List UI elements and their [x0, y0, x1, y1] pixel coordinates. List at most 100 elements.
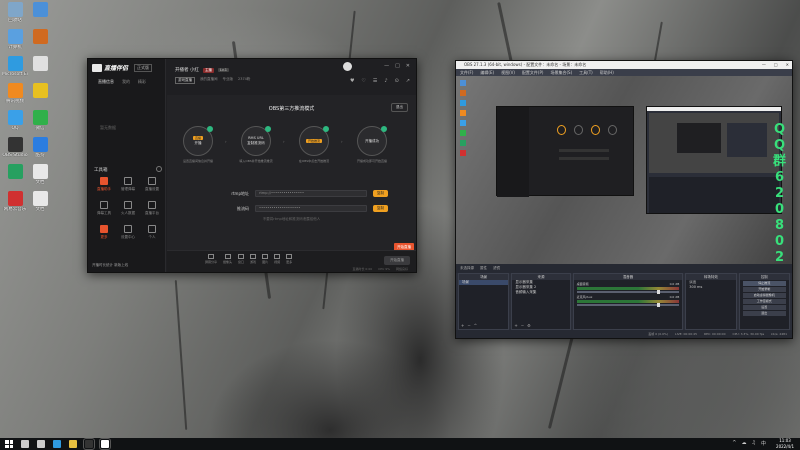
- menu-icon[interactable]: ☰: [373, 78, 377, 84]
- desktop-shortcut[interactable]: QQ: [2, 110, 28, 131]
- exit-button[interactable]: 退出: [391, 103, 408, 112]
- control-button[interactable]: 退出: [742, 311, 786, 316]
- desktop-shortcut[interactable]: 微信: [27, 110, 53, 131]
- desktop-shortcut[interactable]: OBS Studio: [2, 137, 28, 158]
- menu-item[interactable]: 文件(F): [460, 69, 473, 76]
- filters-button[interactable]: 滤镜: [493, 266, 500, 271]
- menu-item[interactable]: 配置文件(P): [522, 69, 544, 76]
- minimize-icon[interactable]: —: [384, 63, 389, 69]
- search-icon[interactable]: [21, 440, 29, 448]
- obs-preview[interactable]: QQ群62080203: [456, 76, 792, 264]
- music-icon[interactable]: ♪: [384, 78, 387, 84]
- source-shortcut[interactable]: 视频: [274, 254, 280, 264]
- obs-icon[interactable]: [83, 438, 95, 450]
- stream-key-field[interactable]: ••••••••••••••••••••: [255, 205, 367, 212]
- streaming-helper-icon[interactable]: [99, 438, 111, 450]
- volume-slider-handle[interactable]: [656, 290, 660, 294]
- up-icon[interactable]: ^: [474, 323, 477, 328]
- duration-field[interactable]: 300 ms: [686, 285, 735, 290]
- tray-icon[interactable]: ♫: [752, 440, 756, 447]
- desktop-shortcut[interactable]: 网易云音乐: [2, 191, 28, 212]
- control-button[interactable]: 启动虚拟摄像机: [742, 293, 786, 298]
- desktop-shortcut[interactable]: [27, 83, 53, 99]
- desktop-shortcut[interactable]: [27, 56, 53, 72]
- menu-item[interactable]: 场景集合(S): [550, 69, 572, 76]
- desktop-shortcut[interactable]: [2, 164, 28, 180]
- desktop-shortcut[interactable]: 计算机: [2, 29, 28, 50]
- avatar[interactable]: [343, 62, 352, 71]
- source-item[interactable]: 音频输入采集: [512, 290, 569, 295]
- desktop-shortcut[interactable]: Microsoft Edge: [2, 56, 28, 77]
- control-button[interactable]: 工作室模式: [742, 299, 786, 304]
- desktop-shortcut-label: 文档: [35, 207, 45, 212]
- sidebar-tab[interactable]: 精彩: [138, 79, 146, 85]
- toolbox-item[interactable]: 直播设置: [140, 177, 164, 192]
- toolbox-item[interactable]: 更多: [92, 225, 116, 240]
- add-icon[interactable]: +: [461, 323, 464, 328]
- control-button[interactable]: 停止推流: [742, 281, 786, 286]
- menu-item[interactable]: 编辑(E): [480, 69, 494, 76]
- favorite-icon[interactable]: ♡: [361, 78, 365, 84]
- source-shortcut[interactable]: 更多: [286, 254, 292, 264]
- remove-icon[interactable]: −: [521, 323, 524, 328]
- source-shortcut[interactable]: 屏幕分享: [205, 254, 217, 264]
- control-button[interactable]: 设置: [742, 305, 786, 310]
- gift-icon[interactable]: ♥: [350, 78, 354, 84]
- desktop-shortcut[interactable]: [27, 2, 53, 18]
- toolbox-item[interactable]: 设置中心: [116, 225, 140, 240]
- settings-icon[interactable]: ⚙: [527, 323, 531, 328]
- start-icon[interactable]: [5, 440, 13, 448]
- add-icon[interactable]: +: [514, 323, 517, 328]
- source-shortcut[interactable]: 图片: [262, 254, 268, 264]
- desktop-shortcut[interactable]: 文档: [27, 164, 53, 185]
- file-explorer-icon[interactable]: [69, 440, 77, 448]
- source-shortcut[interactable]: 窗口: [238, 254, 244, 264]
- minimize-icon[interactable]: —: [762, 61, 766, 69]
- desktop-shortcut[interactable]: [27, 29, 53, 45]
- sidebar-tab[interactable]: 直播信息: [98, 79, 114, 85]
- task-view-icon[interactable]: [37, 440, 45, 448]
- toolbox-item[interactable]: 火人数据: [116, 201, 140, 216]
- toolbox-item[interactable]: 管理弹幕: [116, 177, 140, 192]
- desktop-shortcut[interactable]: 酷狗: [27, 137, 53, 158]
- rtmp-address-field[interactable]: rtmp://••••••••••••••••: [255, 190, 367, 197]
- desktop-shortcut[interactable]: 腾讯视频: [2, 83, 28, 104]
- control-button[interactable]: 开始录制: [742, 287, 786, 292]
- volume-slider[interactable]: [576, 290, 680, 294]
- desktop-shortcut[interactable]: 回收站: [2, 2, 28, 23]
- tray-icon[interactable]: ^: [732, 440, 736, 447]
- copy-rtmp-button[interactable]: 复制: [373, 190, 388, 197]
- properties-button[interactable]: 属性: [480, 266, 487, 271]
- source-shortcut[interactable]: 摄像头: [223, 254, 232, 264]
- maximize-icon[interactable]: □: [395, 63, 400, 69]
- maximize-icon[interactable]: □: [774, 61, 778, 69]
- menu-item[interactable]: 视图(V): [501, 69, 515, 76]
- remove-icon[interactable]: −: [467, 323, 470, 328]
- menu-item[interactable]: 帮助(H): [600, 69, 614, 76]
- close-icon[interactable]: ✕: [406, 63, 410, 69]
- record-icon[interactable]: ⊙: [395, 78, 399, 84]
- desktop-shortcut[interactable]: 文档: [27, 191, 53, 212]
- go-live-button[interactable]: 开始直播: [384, 256, 410, 265]
- edge-icon[interactable]: [53, 440, 61, 448]
- copy-key-button[interactable]: 复制: [373, 205, 388, 212]
- help-icon[interactable]: [156, 166, 162, 172]
- close-icon[interactable]: ✕: [786, 61, 789, 69]
- toolbox-item[interactable]: 直播助手: [92, 177, 116, 192]
- clock[interactable]: 11:03 2022/4/1: [776, 438, 794, 449]
- category-pill[interactable]: 游戏直播: [175, 77, 195, 84]
- volume-slider-handle[interactable]: [656, 303, 660, 307]
- sidebar-tab[interactable]: 我的: [122, 79, 130, 85]
- toolbox-item[interactable]: 弹幕工具: [92, 201, 116, 216]
- toolbox-item[interactable]: 直播平台: [140, 201, 164, 216]
- account-name[interactable]: 开播者 小红: [175, 67, 199, 73]
- volume-slider[interactable]: [576, 303, 680, 307]
- menu-item[interactable]: 工具(T): [579, 69, 593, 76]
- toolbox-item[interactable]: 个人: [140, 225, 164, 240]
- room-link[interactable]: 我的直播间: [200, 77, 218, 84]
- scene-item[interactable]: 场景: [459, 280, 509, 285]
- source-shortcut[interactable]: 游戏: [250, 254, 256, 264]
- share-icon[interactable]: ↗: [406, 78, 410, 84]
- tray-icon[interactable]: ☁: [742, 440, 747, 447]
- tray-icon[interactable]: 中: [761, 440, 766, 447]
